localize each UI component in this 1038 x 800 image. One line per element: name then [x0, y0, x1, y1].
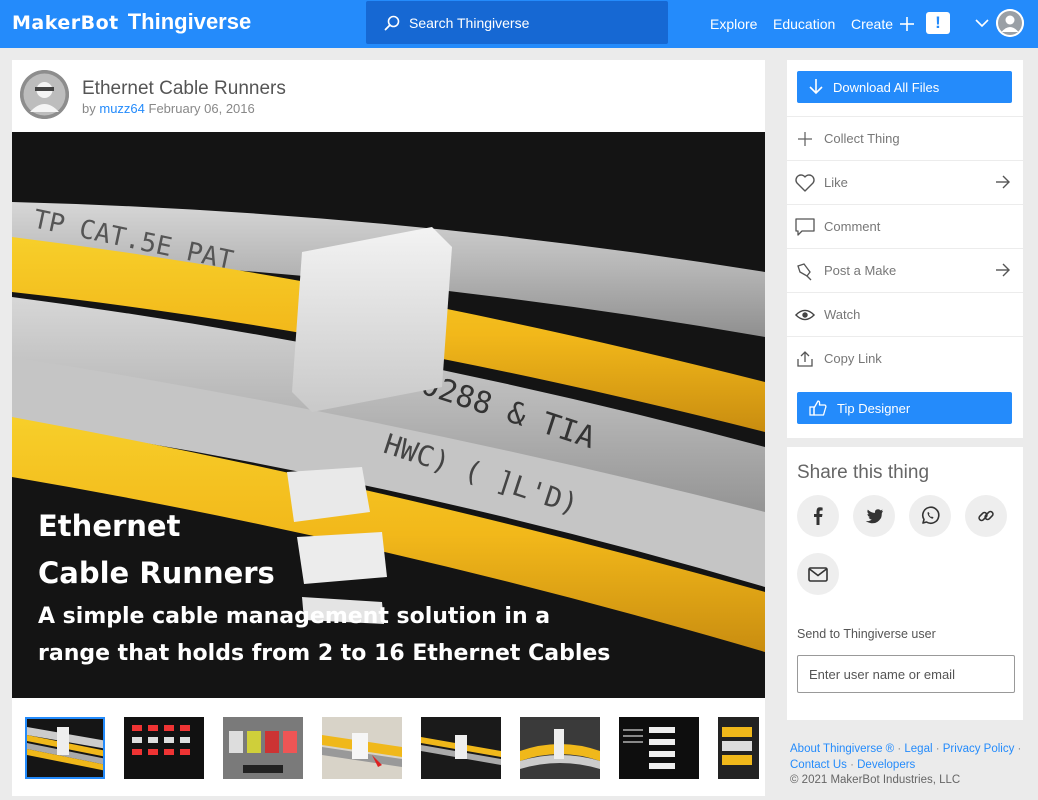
- hero-text-line1: Ethernet: [38, 509, 181, 543]
- share-title: Share this thing: [797, 462, 930, 483]
- makerbot-thingiverse-logo[interactable]: MakerBot Thingiverse: [12, 9, 251, 37]
- twitter-icon: [865, 508, 883, 523]
- author-link[interactable]: muzz64: [99, 101, 145, 116]
- thumbnail-image: [520, 717, 600, 779]
- logo-makerbot-text: MakerBot: [12, 12, 119, 34]
- share-twitter-button[interactable]: [853, 495, 895, 537]
- hero-text-line3: A simple cable management solution in a: [38, 604, 551, 629]
- footer-copyright: © 2021 MakerBot Industries, LLC: [790, 774, 961, 786]
- thumbnail[interactable]: [322, 717, 402, 779]
- nav-create[interactable]: Create: [851, 0, 915, 48]
- hero-text-line4: range that holds from 2 to 16 Ethernet C…: [38, 641, 611, 666]
- thumbnail-image: [619, 717, 699, 779]
- hero-text-line2: Cable Runners: [38, 556, 275, 590]
- search-icon: [384, 15, 400, 30]
- download-all-files-button[interactable]: Download All Files: [797, 71, 1012, 103]
- thumbnail[interactable]: [124, 717, 204, 779]
- arrow-right-icon: [996, 263, 1010, 277]
- notifications-button[interactable]: !: [926, 12, 950, 34]
- collect-thing-button[interactable]: Collect Thing: [787, 116, 1023, 160]
- designer-avatar[interactable]: [20, 70, 69, 119]
- comment-button[interactable]: Comment: [787, 204, 1023, 248]
- logo-thingiverse-text: Thingiverse: [127, 9, 252, 34]
- thing-title: Ethernet Cable Runners: [82, 78, 286, 99]
- publish-date: February 06, 2016: [148, 101, 255, 116]
- thumbnail[interactable]: [619, 717, 699, 779]
- nav-create-label: Create: [851, 16, 894, 32]
- hero-image[interactable]: TP CAT.5E PAT 50288 & TIA HWC) ( ]L'D) E…: [12, 132, 765, 698]
- search-box[interactable]: Search Thingiverse: [366, 1, 668, 44]
- thing-byline: by muzz64 February 06, 2016: [82, 101, 255, 116]
- footer-about-link[interactable]: About Thingiverse ®: [790, 743, 894, 755]
- nav-explore[interactable]: Explore: [710, 0, 757, 48]
- thumbnail[interactable]: [718, 717, 759, 779]
- like-label: Like: [824, 175, 848, 190]
- thumbnail-image: [124, 717, 204, 779]
- byline-by: by: [82, 101, 96, 116]
- thing-main-card: Ethernet Cable Runners by muzz64 Februar…: [12, 60, 765, 796]
- footer-developers-link[interactable]: Developers: [857, 759, 915, 771]
- thumbnail[interactable]: [25, 717, 105, 779]
- footer-contact-link[interactable]: Contact Us: [790, 759, 847, 771]
- thumbs-up-icon: [809, 400, 827, 416]
- link-icon: [978, 510, 994, 522]
- share-whatsapp-button[interactable]: [909, 495, 951, 537]
- eye-icon: [795, 305, 815, 325]
- user-avatar[interactable]: [996, 9, 1024, 37]
- comment-icon: [795, 217, 815, 237]
- like-button[interactable]: Like: [787, 160, 1023, 204]
- send-to-user-input[interactable]: [797, 655, 1015, 693]
- designer-avatar-icon: [20, 70, 69, 119]
- copy-link-button[interactable]: Copy Link: [787, 336, 1023, 380]
- whatsapp-icon: [921, 506, 940, 525]
- plus-icon: [795, 129, 815, 149]
- thumbnail-image: [421, 717, 501, 779]
- user-avatar-icon: [996, 9, 1024, 37]
- footer-legal-link[interactable]: Legal: [904, 743, 932, 755]
- thumbnail[interactable]: [520, 717, 600, 779]
- share-card: Share this thing Send to Thingiverse use…: [787, 447, 1023, 720]
- heart-icon: [795, 173, 815, 193]
- download-arrow-icon: [809, 79, 823, 95]
- plus-icon: [900, 17, 915, 31]
- nozzle-icon: [795, 261, 815, 281]
- post-a-make-button[interactable]: Post a Make: [787, 248, 1023, 292]
- footer: About Thingiverse ® · Legal · Privacy Po…: [790, 742, 1030, 789]
- share-copy-link-button[interactable]: [965, 495, 1007, 537]
- facebook-icon: [814, 507, 823, 525]
- copy-link-label: Copy Link: [824, 351, 882, 366]
- arrow-right-icon: [996, 175, 1010, 189]
- collect-thing-label: Collect Thing: [824, 131, 900, 146]
- watch-label: Watch: [824, 307, 861, 322]
- thumbnail-image: [27, 719, 103, 777]
- search-placeholder: Search Thingiverse: [409, 14, 530, 31]
- thumbnail-image: [223, 717, 303, 779]
- thumbnail-image: [322, 717, 402, 779]
- watch-button[interactable]: Watch: [787, 292, 1023, 336]
- tip-designer-label: Tip Designer: [837, 400, 911, 416]
- thumbnail[interactable]: [421, 717, 501, 779]
- post-a-make-label: Post a Make: [824, 263, 897, 278]
- top-navigation-bar: MakerBot Thingiverse Search Thingiverse …: [0, 0, 1038, 48]
- tip-designer-button[interactable]: Tip Designer: [797, 392, 1012, 424]
- download-all-files-label: Download All Files: [833, 79, 940, 95]
- comment-label: Comment: [824, 219, 881, 234]
- footer-privacy-link[interactable]: Privacy Policy: [943, 743, 1015, 755]
- thumbnail-image: [718, 717, 759, 779]
- share-facebook-button[interactable]: [797, 495, 839, 537]
- send-to-user-label: Send to Thingiverse user: [797, 627, 936, 641]
- chevron-down-icon[interactable]: [975, 16, 989, 30]
- thumbnail[interactable]: [223, 717, 303, 779]
- share-email-button[interactable]: [797, 553, 839, 595]
- share-upload-icon: [795, 349, 815, 369]
- thing-actions-card: Download All Files Collect Thing Like Co…: [787, 60, 1023, 438]
- thumbnail-strip: [25, 717, 759, 781]
- email-icon: [808, 566, 828, 582]
- nav-education[interactable]: Education: [773, 0, 835, 48]
